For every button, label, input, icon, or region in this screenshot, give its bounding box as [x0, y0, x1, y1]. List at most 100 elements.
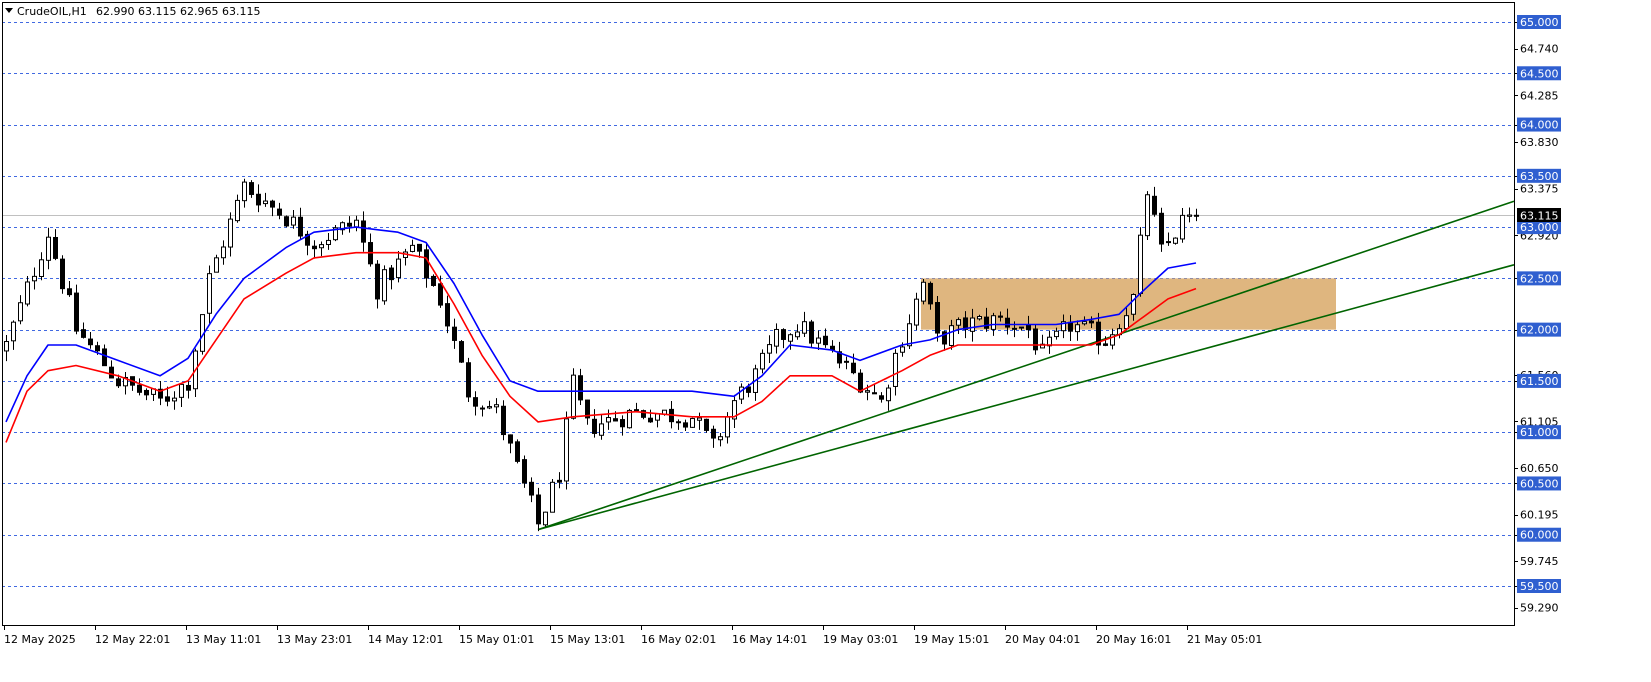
candle [515, 441, 520, 462]
candle [347, 222, 352, 227]
candle [508, 434, 513, 444]
candle [256, 193, 261, 206]
candle [529, 481, 534, 496]
svg-text:64.500: 64.500 [1520, 67, 1559, 80]
candle [816, 337, 821, 344]
candle [725, 416, 730, 438]
candle [648, 417, 653, 423]
time-tick-label: 19 May 03:01 [823, 633, 898, 646]
time-tick-label: 16 May 02:01 [641, 633, 716, 646]
level-price-label: 62.000 [1517, 322, 1561, 337]
candle [1187, 214, 1192, 217]
candle [683, 422, 688, 428]
candle [809, 321, 814, 344]
price-chart[interactable]: 64.74064.28563.83063.37562.92061.56061.1… [0, 0, 1651, 682]
candle [949, 325, 954, 346]
candle [452, 326, 457, 341]
candle [858, 372, 863, 393]
level-price-label: 63.500 [1517, 168, 1561, 183]
candle [921, 281, 926, 302]
candle [25, 281, 30, 305]
candle [438, 283, 443, 306]
candle [291, 216, 296, 226]
svg-text:63.115: 63.115 [1520, 210, 1559, 223]
candle [956, 319, 961, 326]
candle [109, 366, 114, 379]
candle [88, 338, 93, 346]
candle [907, 323, 912, 347]
candle [326, 239, 331, 246]
candle [1103, 343, 1108, 346]
candle [991, 315, 996, 330]
candle [606, 417, 611, 423]
candle [781, 329, 786, 340]
candle [1068, 321, 1073, 332]
candle [214, 257, 219, 273]
time-tick-label: 19 May 15:01 [914, 633, 989, 646]
candle [564, 418, 569, 482]
level-price-label: 61.500 [1517, 373, 1561, 388]
candle [900, 346, 905, 353]
candle [445, 303, 450, 327]
time-tick-label: 16 May 14:01 [732, 633, 807, 646]
candle [1152, 195, 1157, 215]
candle [620, 419, 625, 428]
candle [235, 199, 240, 222]
candle [165, 396, 170, 402]
candle [718, 436, 723, 441]
candle [242, 181, 247, 202]
svg-text:59.500: 59.500 [1520, 580, 1559, 593]
candle [1089, 320, 1094, 324]
candle [613, 418, 618, 422]
candle [536, 494, 541, 525]
candle [543, 511, 548, 526]
candle [277, 208, 282, 216]
svg-text:62.000: 62.000 [1520, 324, 1559, 337]
candle [81, 329, 86, 338]
price-tick-label: 60.650 [1520, 462, 1559, 475]
candle [361, 220, 366, 243]
time-tick-label: 21 May 05:01 [1187, 633, 1262, 646]
level-price-label: 64.500 [1517, 66, 1561, 81]
candle [424, 249, 429, 279]
level-price-label: 64.000 [1517, 117, 1561, 132]
candle [970, 317, 975, 332]
candle [39, 259, 44, 278]
chart-header: CrudeOIL,H1 62.990 63.115 62.965 63.115 [5, 5, 260, 18]
candle [865, 390, 870, 393]
time-tick-label: 13 May 11:01 [186, 633, 261, 646]
candle [928, 282, 933, 305]
candle [886, 387, 891, 402]
candle [410, 244, 415, 252]
time-tick-label: 15 May 13:01 [550, 633, 625, 646]
candle [263, 200, 268, 205]
candle [676, 421, 681, 424]
svg-text:63.500: 63.500 [1520, 170, 1559, 183]
candle [116, 378, 121, 387]
candle [1054, 330, 1059, 338]
candle [207, 273, 212, 314]
candle [893, 352, 898, 387]
candle [501, 405, 506, 436]
candle [998, 315, 1003, 318]
level-price-label: 60.000 [1517, 527, 1561, 542]
candle [389, 267, 394, 281]
current-price-label: 63.115 [1517, 208, 1561, 223]
candle [578, 375, 583, 401]
candle [1026, 324, 1031, 331]
candle [466, 362, 471, 398]
time-tick-label: 12 May 2025 [4, 633, 76, 646]
candle [522, 459, 527, 484]
candle [851, 362, 856, 374]
candle [690, 418, 695, 428]
price-tick-label: 64.740 [1520, 43, 1559, 56]
candle [1145, 194, 1150, 237]
candle [179, 383, 184, 398]
candle [1082, 321, 1087, 325]
svg-text:61.000: 61.000 [1520, 426, 1559, 439]
candle [32, 275, 37, 282]
candle [788, 334, 793, 342]
level-price-label: 60.500 [1517, 476, 1561, 491]
candle [396, 258, 401, 279]
candle [914, 298, 919, 326]
